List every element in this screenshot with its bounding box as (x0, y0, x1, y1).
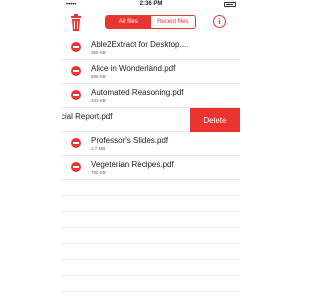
tab-recent-files[interactable]: Recent files (150, 16, 195, 28)
file-filter-segment: All files Recent files (105, 15, 196, 29)
list-item[interactable]: Able2Extract for Desktop.... 359 KB (62, 36, 240, 60)
file-name: Alice in Wonderland.pdf (91, 64, 176, 73)
delete-circle-icon[interactable] (71, 90, 81, 100)
file-name: Vegeterian Recipes.pdf (91, 160, 174, 169)
file-size: 2.7 MB (91, 146, 106, 151)
status-bar: ••••• 2:36 PM (62, 0, 240, 10)
list-item[interactable]: Professor's Slides.pdf 2.7 MB (62, 132, 240, 156)
empty-row (62, 180, 240, 196)
trash-icon[interactable] (69, 14, 83, 32)
list-item[interactable]: Automated Reasoning.pdf 333 KB (62, 84, 240, 108)
list-item[interactable]: Alice in Wonderland.pdf 685 KB (62, 60, 240, 84)
file-size: 333 KB (91, 98, 106, 103)
empty-row (62, 244, 240, 260)
app-screen: ••••• 2:36 PM All files Recent files i A… (62, 0, 240, 300)
empty-row (62, 212, 240, 228)
empty-row (62, 276, 240, 292)
empty-row (62, 228, 240, 244)
info-icon[interactable]: i (213, 15, 226, 28)
file-name: Automated Reasoning.pdf (91, 88, 184, 97)
delete-button[interactable]: Delete (190, 108, 240, 132)
empty-row (62, 260, 240, 276)
file-name: ancial Report.pdf (62, 112, 113, 121)
delete-circle-icon[interactable] (71, 162, 81, 172)
file-size: 359 KB (91, 50, 106, 55)
list-item[interactable]: Vegeterian Recipes.pdf 790 KB (62, 156, 240, 180)
file-size: 790 KB (91, 170, 106, 175)
status-time: 2:36 PM (139, 1, 163, 7)
file-size: 685 KB (91, 74, 106, 79)
empty-row (62, 196, 240, 212)
swiped-list-item[interactable]: ancial Report.pdf B Delete (62, 108, 240, 132)
delete-circle-icon[interactable] (71, 138, 81, 148)
delete-circle-icon[interactable] (71, 66, 81, 76)
swiped-item-content: ancial Report.pdf B (62, 108, 182, 132)
file-name: Able2Extract for Desktop.... (91, 40, 189, 49)
file-name: Professor's Slides.pdf (91, 136, 169, 145)
battery-icon (224, 2, 236, 7)
tab-all-files[interactable]: All files (106, 16, 151, 28)
delete-circle-icon[interactable] (71, 42, 81, 52)
toolbar: All files Recent files i (62, 10, 240, 36)
